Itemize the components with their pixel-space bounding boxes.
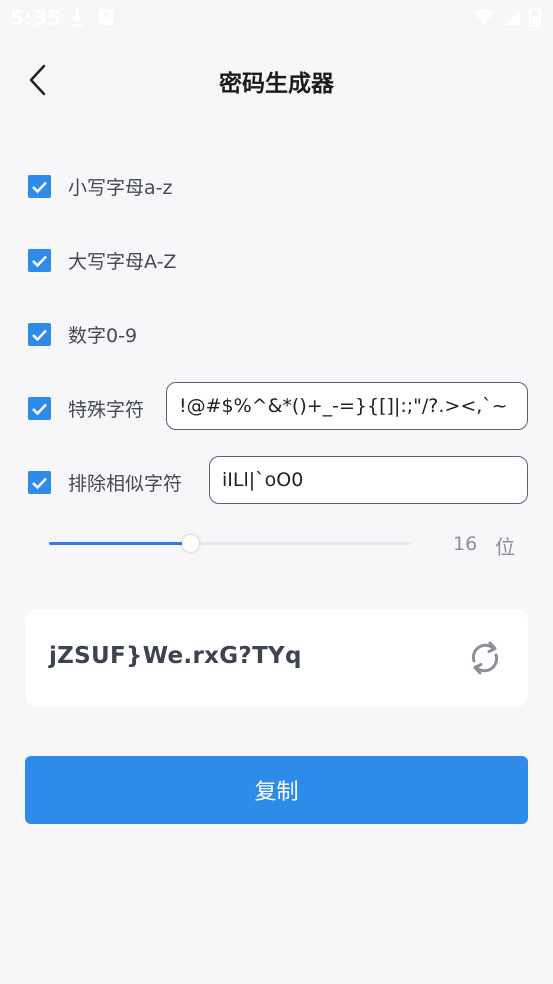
length-slider-fill <box>49 542 191 545</box>
wifi-icon <box>473 8 495 30</box>
download-icon <box>68 7 86 31</box>
option-digits[interactable]: 数字0-9 <box>28 321 137 348</box>
option-uppercase[interactable]: 大写字母A-Z <box>28 247 176 274</box>
status-time: 5:35 <box>10 6 62 30</box>
refresh-button[interactable] <box>464 637 506 679</box>
uppercase-label: 大写字母A-Z <box>68 251 177 273</box>
copy-button[interactable]: 复制 <box>25 756 528 824</box>
check-icon <box>32 477 47 489</box>
notification-icons <box>68 7 114 31</box>
special-chars-label: 特殊字符 <box>68 399 145 421</box>
uppercase-checkbox[interactable] <box>28 249 51 272</box>
digits-label: 数字0-9 <box>68 325 138 347</box>
length-unit: 位 <box>495 535 515 559</box>
special-chars-checkbox[interactable] <box>28 397 51 420</box>
special-chars-input[interactable]: !@#$%^&*()+_-=}{[]|:;"/?.><,`~ <box>166 382 528 430</box>
check-icon <box>32 255 47 267</box>
length-value: 16 <box>453 533 478 555</box>
option-lowercase[interactable]: 小写字母a-z <box>28 173 172 200</box>
length-slider-thumb[interactable] <box>181 535 199 552</box>
app-notification-icon <box>98 7 114 31</box>
result-card: jZSUF}We.rxG?TYq <box>25 609 528 707</box>
system-status-icons <box>473 7 541 31</box>
status-bar: 5:35 <box>0 0 553 36</box>
page-title: 密码生成器 <box>219 71 334 97</box>
check-icon <box>32 329 47 341</box>
digits-checkbox[interactable] <box>28 323 51 346</box>
signal-icon <box>503 8 521 30</box>
check-icon <box>32 181 47 193</box>
lowercase-label: 小写字母a-z <box>68 177 173 199</box>
option-exclude-similar[interactable]: 排除相似字符 <box>28 469 182 496</box>
generated-password: jZSUF}We.rxG?TYq <box>49 643 302 669</box>
exclude-similar-label: 排除相似字符 <box>68 473 183 495</box>
password-generator-screen: 5:35 密码生成器 小写字母a-z 大写字母A-Z 数字0-9 特殊字符 !@… <box>0 0 553 984</box>
battery-icon <box>529 7 541 31</box>
exclude-similar-input[interactable]: iILl|`oO0 <box>209 456 528 504</box>
exclude-similar-checkbox[interactable] <box>28 471 51 494</box>
lowercase-checkbox[interactable] <box>28 175 51 198</box>
app-header: 密码生成器 <box>0 50 553 110</box>
option-special-chars[interactable]: 特殊字符 <box>28 395 144 422</box>
refresh-icon <box>471 641 499 675</box>
check-icon <box>32 403 47 415</box>
